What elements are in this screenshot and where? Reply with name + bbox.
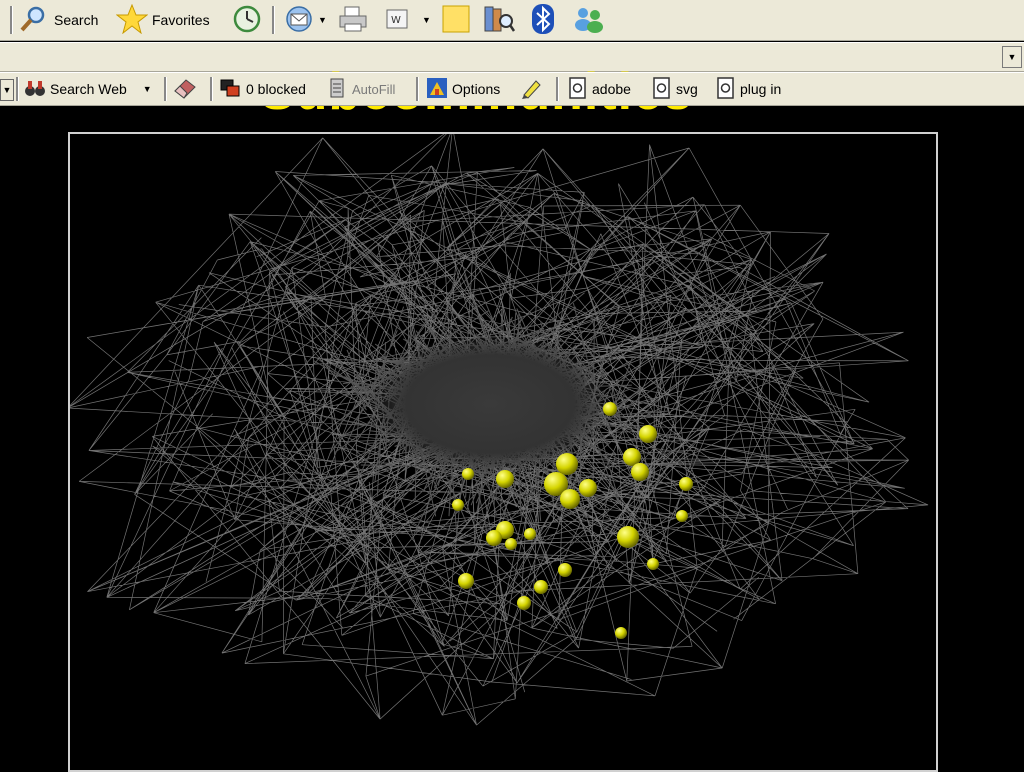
chevron-down-icon: ▼ bbox=[2, 85, 12, 95]
popup-blocker-label: 0 blocked bbox=[246, 81, 306, 97]
search-icon bbox=[18, 5, 48, 36]
history-icon bbox=[230, 4, 264, 37]
research-icon bbox=[482, 3, 516, 38]
binoculars-icon bbox=[24, 78, 46, 101]
chevron-down-icon[interactable]: ▼ bbox=[422, 15, 431, 25]
toolbar-separator bbox=[416, 77, 419, 101]
page-icon bbox=[652, 76, 672, 102]
highlighted-node bbox=[558, 563, 572, 577]
autofill-button[interactable]: AutoFill bbox=[328, 77, 395, 101]
highlighted-node bbox=[505, 538, 517, 550]
printer-icon bbox=[336, 4, 370, 37]
dense-core bbox=[370, 334, 610, 474]
history-button[interactable] bbox=[230, 4, 264, 36]
link-plugin-label: plug in bbox=[740, 81, 782, 97]
highlighted-node bbox=[647, 558, 659, 570]
highlighted-node bbox=[617, 526, 639, 548]
link-svg[interactable]: svg bbox=[652, 76, 698, 102]
eraser-button[interactable] bbox=[172, 77, 198, 101]
eraser-icon bbox=[172, 77, 198, 102]
toolbar-separator bbox=[16, 77, 19, 101]
popup-blocker-icon bbox=[220, 78, 242, 101]
autofill-label: AutoFill bbox=[352, 81, 396, 97]
highlighted-node bbox=[458, 573, 474, 589]
link-adobe-label: adobe bbox=[592, 81, 631, 97]
highlighted-node bbox=[639, 425, 657, 443]
chevron-down-icon[interactable]: ▼ bbox=[143, 84, 152, 94]
search-web-label: Search Web bbox=[50, 81, 127, 97]
research-button[interactable] bbox=[482, 4, 516, 36]
highlighted-node bbox=[560, 489, 580, 509]
bluetooth-icon bbox=[530, 3, 556, 38]
highlighted-node bbox=[524, 528, 536, 540]
toolbar-separator bbox=[556, 77, 559, 101]
options-label: Options bbox=[452, 81, 501, 97]
highlighted-node bbox=[679, 477, 693, 491]
page-icon bbox=[716, 76, 736, 102]
discuss-button[interactable] bbox=[440, 4, 472, 36]
autofill-icon bbox=[328, 77, 348, 102]
highlighted-node bbox=[603, 402, 617, 416]
page-icon bbox=[568, 76, 588, 102]
link-svg-label: svg bbox=[676, 81, 698, 97]
highlighted-node bbox=[631, 463, 649, 481]
mail-button[interactable]: ▼ bbox=[284, 4, 327, 36]
highlighted-node bbox=[462, 468, 474, 480]
link-plugin[interactable]: plug in bbox=[716, 76, 782, 102]
popup-blocker-button[interactable]: 0 blocked bbox=[220, 77, 306, 101]
network-graph bbox=[70, 134, 929, 726]
print-button[interactable] bbox=[336, 4, 370, 36]
star-icon bbox=[115, 3, 149, 37]
link-adobe[interactable]: adobe bbox=[568, 76, 631, 102]
favorites-button[interactable]: Favorites bbox=[115, 3, 210, 37]
edit-document-icon: W bbox=[384, 4, 410, 37]
search-button-label: Search bbox=[54, 12, 99, 28]
search-button[interactable]: Search bbox=[18, 4, 98, 36]
highlighted-node bbox=[556, 453, 578, 475]
bluetooth-button[interactable] bbox=[530, 3, 556, 38]
search-web-button[interactable]: Search Web ▼ bbox=[24, 77, 152, 101]
highlighted-node bbox=[486, 530, 502, 546]
chevron-down-icon[interactable]: ▼ bbox=[318, 15, 327, 25]
svg-text:W: W bbox=[391, 15, 401, 26]
options-button[interactable]: Options bbox=[426, 77, 500, 101]
messenger-icon bbox=[572, 4, 606, 37]
toolbar-separator bbox=[272, 6, 275, 34]
highlighted-node bbox=[534, 580, 548, 594]
links-toolbar: ▼ Search Web ▼ 0 blocked AutoFill Option… bbox=[0, 72, 1024, 106]
note-icon bbox=[440, 3, 472, 38]
standard-toolbar: Search Favorites ▼ W ▼ bbox=[0, 0, 1024, 41]
toolbar-separator bbox=[164, 77, 167, 101]
highlighter-icon bbox=[520, 77, 544, 102]
network-graph-frame bbox=[68, 132, 938, 772]
highlighted-node bbox=[615, 627, 627, 639]
highlighted-node bbox=[676, 510, 688, 522]
highlighted-node bbox=[579, 479, 597, 497]
address-dropdown-button[interactable]: ▼ bbox=[1002, 46, 1022, 68]
favorites-button-label: Favorites bbox=[152, 12, 210, 28]
highlighted-node bbox=[517, 596, 531, 610]
highlighted-node bbox=[452, 499, 464, 511]
chevron-down-icon: ▼ bbox=[1007, 52, 1017, 62]
options-icon bbox=[426, 77, 448, 102]
toolbar-dropdown[interactable]: ▼ bbox=[0, 79, 14, 101]
highlighted-node bbox=[496, 470, 514, 488]
highlighter-button[interactable] bbox=[520, 77, 544, 101]
edit-button[interactable]: W ▼ bbox=[384, 4, 431, 36]
mail-icon bbox=[284, 4, 314, 37]
toolbar-separator bbox=[10, 6, 13, 34]
toolbar-separator bbox=[210, 77, 213, 101]
messenger-button[interactable] bbox=[572, 4, 606, 36]
